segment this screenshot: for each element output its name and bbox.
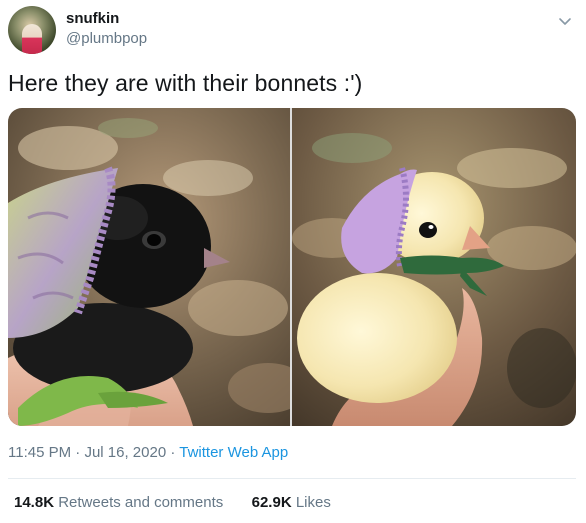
user-handle[interactable]: @plumbpop xyxy=(66,30,147,47)
likes-stat[interactable]: 62.9K Likes xyxy=(252,494,331,511)
tweet-source-link[interactable]: Twitter Web App xyxy=(179,444,288,461)
likes-count: 62.9K xyxy=(251,494,292,511)
avatar-figure xyxy=(22,24,42,54)
media-grid xyxy=(8,108,576,426)
retweets-label: Retweets and comments xyxy=(58,494,224,511)
retweets-count: 14.8K xyxy=(14,494,55,511)
tweet-text: Here they are with their bonnets :') xyxy=(8,70,363,96)
likes-label: Likes xyxy=(295,494,331,511)
divider xyxy=(8,478,576,479)
chevron-down-icon[interactable] xyxy=(556,12,574,30)
retweets-stat[interactable]: 14.8K Retweets and comments xyxy=(14,494,227,511)
meta-separator: · xyxy=(75,444,81,461)
tweet-time[interactable]: 11:45 PM xyxy=(8,444,71,461)
tweet-date[interactable]: Jul 16, 2020 xyxy=(84,444,166,461)
photo-black-chick[interactable] xyxy=(8,108,290,426)
tweet-meta: 11:45 PM · Jul 16, 2020 · Twitter Web Ap… xyxy=(8,444,288,461)
meta-separator: · xyxy=(170,444,176,461)
avatar[interactable] xyxy=(8,6,56,54)
display-name[interactable]: snufkin xyxy=(66,10,119,27)
photo-yellow-chick[interactable] xyxy=(292,108,576,426)
tweet-stats: 14.8K Retweets and comments 62.9K Likes xyxy=(14,494,331,511)
